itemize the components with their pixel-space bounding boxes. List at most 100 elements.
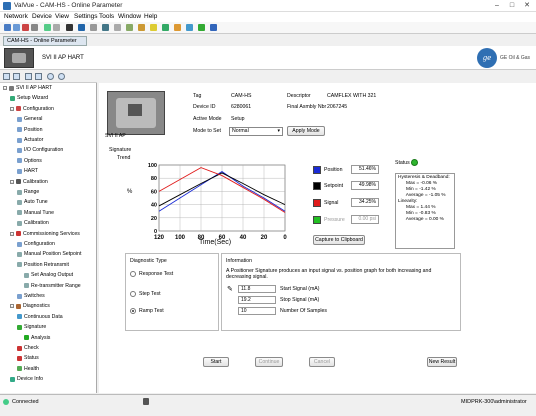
tree-item[interactable]: Analysis — [24, 335, 50, 341]
menu-window[interactable]: Window — [118, 13, 141, 20]
tree-item[interactable]: Health — [17, 366, 39, 372]
information-text: A Positioner Signature produces an input… — [226, 268, 432, 280]
expand-toggle-icon[interactable]: - — [3, 86, 7, 90]
tree-item[interactable]: - Diagnostics — [10, 303, 50, 309]
view-icon[interactable] — [66, 24, 73, 31]
tree-item[interactable]: I/O Configuration — [17, 147, 63, 153]
offline-icon[interactable] — [53, 24, 60, 31]
help-icon[interactable] — [58, 73, 65, 80]
expand-toggle-icon[interactable]: - — [10, 231, 14, 236]
stop-signal-input[interactable]: 19.2 — [238, 296, 276, 304]
stop-icon[interactable] — [22, 24, 29, 31]
start-button[interactable]: Start — [203, 357, 229, 367]
tree-item[interactable]: HART — [17, 168, 38, 174]
response-test-label[interactable]: Response Test — [139, 271, 173, 277]
tree-item[interactable]: Actuator — [17, 137, 43, 143]
samples-input[interactable]: 10 — [238, 307, 276, 315]
tree-item[interactable]: Check — [17, 345, 39, 351]
tree-item[interactable]: Options — [17, 158, 42, 164]
expand-toggle-icon[interactable]: - — [10, 179, 14, 184]
tree-item[interactable]: - Commissioning Services — [10, 231, 80, 237]
tree-item[interactable]: General — [17, 116, 42, 122]
descriptor-value: CAMFLEX WITH 321 — [327, 93, 377, 99]
folder-icon[interactable] — [138, 24, 145, 31]
status-details[interactable]: Hysteresis & Deadband: Max = -0.06 % Min… — [395, 173, 455, 249]
maximize-button[interactable]: □ — [505, 1, 519, 11]
setpoint-label: Setpoint — [324, 183, 344, 189]
globe-icon[interactable] — [47, 73, 54, 80]
tree-item[interactable]: Calibration — [17, 220, 49, 226]
step-test-radio[interactable] — [130, 291, 136, 297]
mode-select[interactable]: Normal ▾ — [229, 127, 283, 136]
tree-item[interactable]: Switches — [17, 293, 45, 299]
arrow-icon[interactable] — [78, 24, 85, 31]
star-icon[interactable] — [150, 24, 157, 31]
tool-icon — [24, 283, 29, 289]
globe-icon[interactable] — [186, 24, 193, 31]
y-tick-label: 40 — [151, 203, 157, 209]
start-signal-input[interactable]: 11.8 — [238, 285, 276, 293]
tree-item[interactable]: Status — [17, 355, 39, 361]
tree-item[interactable]: - SVI II AP HART — [3, 85, 52, 91]
ramp-test-radio[interactable] — [130, 308, 136, 314]
device-id-value: 6280061 — [231, 104, 252, 110]
tree-item[interactable]: Re-transmitter Range — [24, 283, 81, 289]
tree-item[interactable]: Position — [17, 127, 42, 133]
online-icon[interactable] — [44, 24, 51, 31]
columns-icon[interactable] — [35, 73, 42, 80]
tree-item[interactable]: Manual Position Setpoint — [17, 251, 81, 257]
response-test-radio[interactable] — [130, 271, 136, 277]
menu-device[interactable]: Device — [32, 13, 52, 20]
disconnect-icon[interactable] — [13, 24, 20, 31]
apply-mode-button[interactable]: Apply Mode — [287, 126, 325, 136]
go-icon[interactable] — [198, 24, 205, 31]
tree-item[interactable]: Position Retransmit — [17, 262, 69, 268]
list-icon[interactable] — [25, 73, 32, 80]
tree-item[interactable]: - Configuration — [10, 106, 54, 112]
menu-network[interactable]: Network — [4, 13, 28, 20]
tree-item[interactable]: Setup Wizard — [10, 95, 48, 101]
print-icon[interactable] — [114, 24, 121, 31]
tree-item[interactable]: Manual Tune — [17, 210, 54, 216]
chevron-down-icon: ▾ — [277, 128, 280, 134]
menu-view[interactable]: View — [55, 13, 69, 20]
tree-item[interactable]: Range — [17, 189, 39, 195]
connect-icon[interactable] — [4, 24, 11, 31]
menu-tools[interactable]: Tools — [99, 13, 114, 20]
tree-item[interactable]: Signature — [17, 324, 46, 330]
document-tab[interactable]: CAM-HS - Online Parameter — [3, 36, 87, 46]
expand-toggle-icon[interactable]: - — [10, 106, 14, 111]
tree-item[interactable]: Set Analog Output — [24, 272, 73, 278]
menu-settings[interactable]: Settings — [74, 13, 98, 20]
tree-item-label: Diagnostics — [23, 303, 50, 310]
step-test-label[interactable]: Step Test — [139, 291, 161, 297]
expand-toggle-icon[interactable]: - — [10, 304, 14, 309]
check-icon[interactable] — [162, 24, 169, 31]
tree-item[interactable]: Auto Tune — [17, 199, 48, 205]
layout-icon[interactable] — [3, 73, 10, 80]
capture-clipboard-button[interactable]: Capture to Clipboard — [313, 235, 365, 245]
tree-item[interactable]: - Calibration — [10, 179, 48, 185]
cancel-button[interactable]: Cancel — [309, 357, 335, 367]
new-result-button[interactable]: New Result — [427, 357, 457, 367]
tree-item-label: Signature — [24, 324, 47, 331]
menu-help[interactable]: Help — [144, 13, 157, 20]
info-icon — [10, 376, 15, 382]
export-icon[interactable] — [126, 24, 133, 31]
tag-label: Tag — [193, 93, 202, 99]
status-icon — [17, 355, 22, 361]
tree-item[interactable]: Device Info — [10, 376, 43, 382]
warning-icon[interactable] — [174, 24, 181, 31]
ramp-test-label[interactable]: Ramp Test — [139, 308, 164, 314]
tree-item[interactable]: Continuous Data — [17, 314, 63, 320]
refresh-icon[interactable] — [31, 24, 38, 31]
tree-item[interactable]: Configuration — [17, 241, 55, 247]
minimize-button[interactable]: – — [490, 1, 504, 11]
help-icon[interactable] — [210, 24, 217, 31]
settings-icon[interactable] — [90, 24, 97, 31]
close-button[interactable]: ✕ — [520, 1, 534, 11]
position-value: 51.46% — [351, 165, 379, 174]
continue-button[interactable]: Continue — [255, 357, 283, 367]
grid-icon[interactable] — [13, 73, 20, 80]
tool-icon[interactable] — [102, 24, 109, 31]
